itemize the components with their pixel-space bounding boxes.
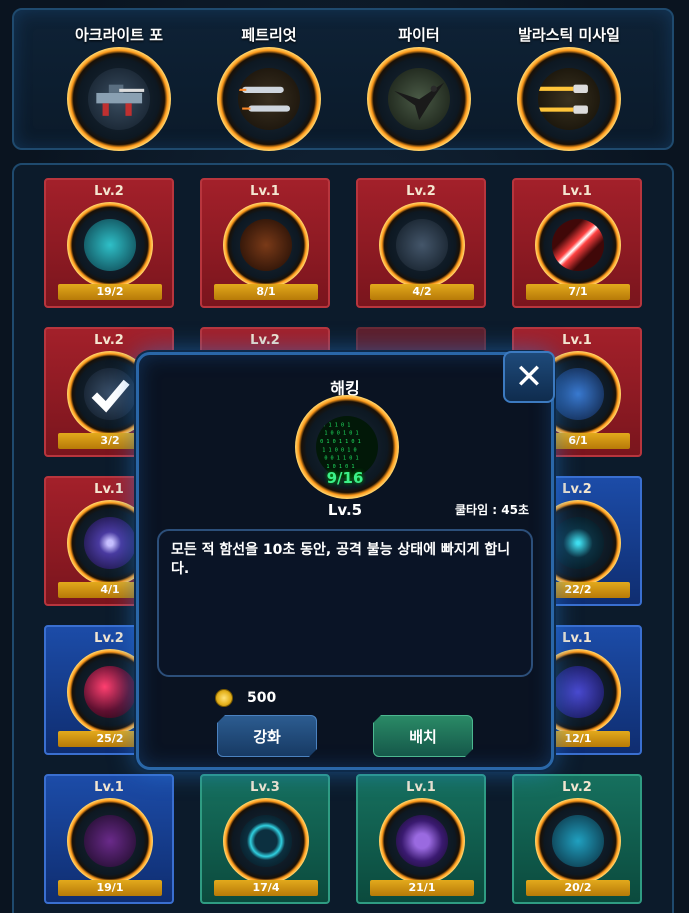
card-level: Lv.1 bbox=[406, 780, 436, 795]
card-level: Lv.2 bbox=[250, 333, 280, 348]
skill-card[interactable]: Lv.2 4/2 bbox=[356, 178, 486, 308]
card-count: 19/1 bbox=[58, 880, 162, 896]
card-count: 17/4 bbox=[214, 880, 318, 896]
skill-card[interactable]: Lv.1 8/1 bbox=[200, 178, 330, 308]
close-icon: ✕ bbox=[514, 357, 544, 397]
card-count: 21/1 bbox=[370, 880, 474, 896]
eagle-icon bbox=[367, 47, 471, 151]
chevron-icon bbox=[535, 798, 621, 884]
equipped-slot-4[interactable]: 발라스틱 미사일 bbox=[494, 24, 644, 151]
equipped-panel: 아크라이트 포 페트리엇 파이터 발라스틱 미사일 bbox=[12, 8, 674, 151]
equipped-label: 파이터 bbox=[398, 26, 440, 44]
skill-card[interactable]: Lv.1 19/1 bbox=[44, 774, 174, 904]
card-level: Lv.1 bbox=[250, 184, 280, 199]
upgrade-cost: 500 bbox=[215, 689, 276, 707]
chip-icon bbox=[379, 798, 465, 884]
svg-text:0 1 1 0 1: 0 1 1 0 1 bbox=[322, 422, 350, 428]
shield-ring-icon bbox=[223, 202, 309, 288]
card-level: Lv.2 bbox=[94, 184, 124, 199]
laser-slash-icon bbox=[535, 202, 621, 288]
skill-card[interactable]: Lv.1 21/1 bbox=[356, 774, 486, 904]
card-level: Lv.1 bbox=[562, 333, 592, 348]
deploy-button[interactable]: 배치 bbox=[373, 715, 473, 757]
card-level: Lv.2 bbox=[94, 333, 124, 348]
svg-text:1 1 0 0 1 0: 1 1 0 0 1 0 bbox=[322, 447, 356, 453]
card-level: Lv.2 bbox=[562, 780, 592, 795]
upgrade-button[interactable]: 강화 bbox=[217, 715, 317, 757]
cooldown-text: 쿨타임 : 45초 bbox=[454, 503, 529, 517]
equipped-slot-2[interactable]: 페트리엇 bbox=[194, 24, 344, 151]
collect-progress: 9/16 bbox=[326, 469, 364, 487]
skill-card[interactable]: Lv.1 7/1 bbox=[512, 178, 642, 308]
equipped-label: 발라스틱 미사일 bbox=[518, 26, 620, 44]
hex-grid-icon bbox=[67, 798, 153, 884]
card-count: 8/1 bbox=[214, 284, 318, 300]
equipped-label: 아크라이트 포 bbox=[74, 26, 164, 44]
cost-value: 500 bbox=[247, 690, 277, 706]
battleship-icon bbox=[379, 202, 465, 288]
light-beam-icon bbox=[67, 202, 153, 288]
skill-detail-popup: 해킹 0 1 1 0 11 0 0 1 0 1 0 1 0 1 1 0 11 1… bbox=[136, 351, 555, 770]
skill-card[interactable]: Lv.3 17/4 bbox=[200, 774, 330, 904]
battleship-icon bbox=[67, 47, 171, 151]
equipped-slot-1[interactable]: 아크라이트 포 bbox=[44, 24, 194, 151]
card-count: 7/1 bbox=[526, 284, 630, 300]
skill-card[interactable]: Lv.2 20/2 bbox=[512, 774, 642, 904]
coin-icon bbox=[215, 689, 233, 707]
portal-icon bbox=[223, 798, 309, 884]
ballistic-missile-icon bbox=[517, 47, 621, 151]
card-level: Lv.1 bbox=[94, 780, 124, 795]
card-count: 19/2 bbox=[58, 284, 162, 300]
svg-text:0 0 1 1 0 1: 0 0 1 1 0 1 bbox=[324, 455, 358, 461]
card-count: 20/2 bbox=[526, 880, 630, 896]
svg-text:0 1 0 1 1 0 1: 0 1 0 1 1 0 1 bbox=[320, 439, 361, 445]
card-count: 4/2 bbox=[370, 284, 474, 300]
svg-text:1 0 0 1 0 1: 1 0 0 1 0 1 bbox=[324, 431, 358, 437]
card-level: Lv.3 bbox=[250, 780, 280, 795]
equipped-slot-3[interactable]: 파이터 bbox=[344, 24, 494, 151]
card-level: Lv.2 bbox=[406, 184, 436, 199]
close-button[interactable]: ✕ bbox=[503, 351, 555, 403]
skill-description: 모든 적 함선을 10초 동안, 공격 불능 상태에 빠지게 합니다. bbox=[157, 529, 533, 677]
equipped-label: 페트리엇 bbox=[241, 26, 297, 44]
card-level: Lv.1 bbox=[562, 184, 592, 199]
missile-icon bbox=[217, 47, 321, 151]
skill-card[interactable]: Lv.2 19/2 bbox=[44, 178, 174, 308]
